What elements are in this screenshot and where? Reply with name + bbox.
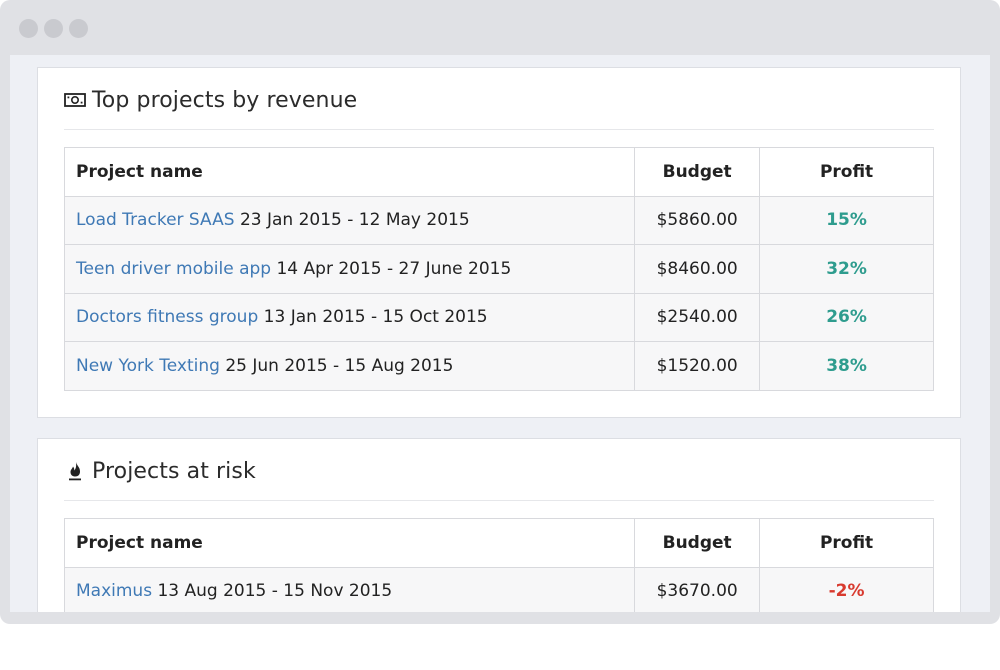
fire-icon — [64, 460, 86, 482]
top-projects-title: Top projects by revenue — [92, 87, 358, 113]
project-dates: 25 Jun 2015 - 15 Aug 2015 — [225, 355, 454, 376]
project-name-cell: Load Tracker SAAS 23 Jan 2015 - 12 May 2… — [63, 195, 636, 245]
column-header-budget[interactable]: Budget — [634, 518, 761, 568]
project-name-cell: New York Texting 25 Jun 2015 - 15 Aug 20… — [63, 341, 636, 391]
project-link[interactable]: Doctors fitness group — [76, 307, 258, 327]
column-header-project-name[interactable]: Project name — [63, 518, 636, 568]
top-projects-table: Project name Budget Profit Load Tracker … — [63, 147, 934, 391]
project-profit: 32% — [759, 244, 934, 294]
project-profit: 38% — [759, 341, 934, 391]
column-header-project-name[interactable]: Project name — [63, 147, 636, 197]
column-header-profit[interactable]: Profit — [759, 518, 934, 568]
project-profit: 26% — [759, 292, 934, 342]
window-maximize-dot[interactable] — [69, 19, 88, 38]
table-row: Doctors fitness group 13 Jan 2015 - 15 O… — [63, 292, 934, 342]
table-row: Teen driver mobile app 14 Apr 2015 - 27 … — [63, 244, 934, 294]
project-budget: $8460.00 — [634, 244, 761, 294]
project-name-cell: Maximus 13 Aug 2015 - 15 Nov 2015 — [63, 566, 636, 612]
project-dates: 13 Jan 2015 - 15 Oct 2015 — [263, 307, 488, 328]
project-profit: 15% — [759, 195, 934, 245]
projects-at-risk-header: Projects at risk — [64, 439, 934, 501]
window-close-dot[interactable] — [19, 19, 38, 38]
page-content: Top projects by revenue Project name Bud… — [10, 55, 990, 612]
projects-at-risk-table: Project name Budget Profit Maximus 13 Au… — [63, 518, 934, 612]
project-name-cell: Teen driver mobile app 14 Apr 2015 - 27 … — [63, 244, 636, 294]
table-header-row: Project name Budget Profit — [63, 147, 934, 197]
table-row: Maximus 13 Aug 2015 - 15 Nov 2015 $3670.… — [63, 566, 934, 612]
projects-at-risk-title: Projects at risk — [92, 458, 256, 484]
browser-window: Top projects by revenue Project name Bud… — [0, 0, 1000, 624]
project-budget: $5860.00 — [634, 195, 761, 245]
project-name-cell: Doctors fitness group 13 Jan 2015 - 15 O… — [63, 292, 636, 342]
project-budget: $3670.00 — [634, 566, 761, 612]
top-projects-header: Top projects by revenue — [64, 68, 934, 130]
top-projects-panel: Top projects by revenue Project name Bud… — [37, 67, 961, 418]
project-dates: 14 Apr 2015 - 27 June 2015 — [276, 258, 512, 279]
project-dates: 13 Aug 2015 - 15 Nov 2015 — [157, 581, 393, 602]
table-row: Load Tracker SAAS 23 Jan 2015 - 12 May 2… — [63, 195, 934, 245]
table-header-row: Project name Budget Profit — [63, 518, 934, 568]
project-profit: -2% — [759, 566, 934, 612]
column-header-profit[interactable]: Profit — [759, 147, 934, 197]
project-budget: $2540.00 — [634, 292, 761, 342]
project-link[interactable]: Teen driver mobile app — [76, 259, 271, 279]
project-budget: $1520.00 — [634, 341, 761, 391]
table-row: New York Texting 25 Jun 2015 - 15 Aug 20… — [63, 341, 934, 391]
window-minimize-dot[interactable] — [44, 19, 63, 38]
project-link[interactable]: New York Texting — [76, 356, 220, 376]
column-header-budget[interactable]: Budget — [634, 147, 761, 197]
project-link[interactable]: Load Tracker SAAS — [76, 210, 235, 230]
project-dates: 23 Jan 2015 - 12 May 2015 — [239, 210, 470, 231]
project-link[interactable]: Maximus — [76, 581, 152, 601]
window-titlebar — [0, 0, 1000, 55]
projects-at-risk-panel: Projects at risk Project name Budget Pro… — [37, 438, 961, 612]
money-bill-icon — [64, 89, 86, 111]
